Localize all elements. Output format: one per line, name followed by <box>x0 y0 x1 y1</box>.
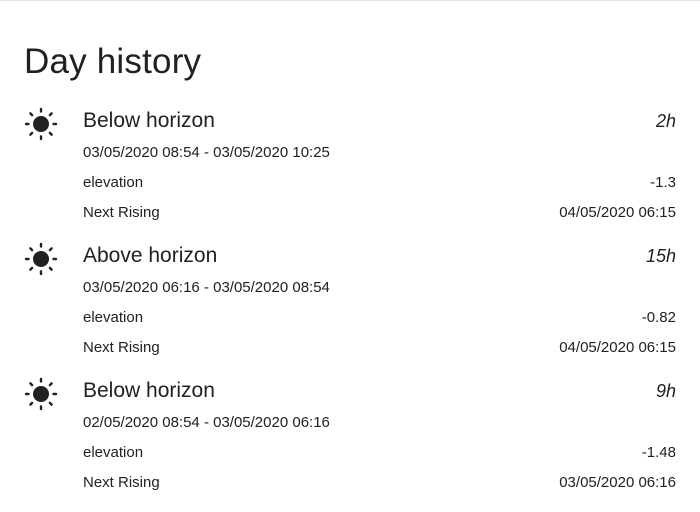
entry-duration: 9h <box>655 381 676 401</box>
attribute-value-elevation: -1.48 <box>641 444 676 461</box>
entry-state: Below horizon <box>83 109 215 132</box>
entry-time-range: 03/05/2020 08:54 - 03/05/2020 10:25 <box>83 144 330 161</box>
sun-icon <box>24 242 58 276</box>
attribute-value-next-rising: 03/05/2020 06:16 <box>559 474 676 491</box>
attribute-value-elevation: -1.3 <box>650 174 676 191</box>
attribute-name-next-rising: Next Rising <box>83 339 160 356</box>
entry-time-range: 03/05/2020 06:16 - 03/05/2020 08:54 <box>83 279 330 296</box>
history-entry: Above horizon 15h 03/05/2020 06:16 - 03/… <box>0 242 700 377</box>
page-title: Day history <box>24 42 202 81</box>
attribute-name-elevation: elevation <box>83 444 144 461</box>
history-entry: Below horizon 9h 02/05/2020 08:54 - 03/0… <box>0 377 700 512</box>
attribute-name-elevation: elevation <box>83 309 144 326</box>
history-entry: Below horizon 2h 03/05/2020 08:54 - 03/0… <box>0 107 700 242</box>
entry-duration: 2h <box>655 111 676 131</box>
sun-icon <box>24 377 58 411</box>
attribute-name-next-rising: Next Rising <box>83 204 160 221</box>
top-divider <box>0 0 700 1</box>
entry-state: Below horizon <box>83 379 215 402</box>
entry-time-range: 02/05/2020 08:54 - 03/05/2020 06:16 <box>83 414 330 431</box>
attribute-name-elevation: elevation <box>83 174 144 191</box>
attribute-name-next-rising: Next Rising <box>83 474 160 491</box>
entry-state: Above horizon <box>83 244 218 267</box>
entry-duration: 15h <box>645 246 676 266</box>
attribute-value-elevation: -0.82 <box>641 309 676 326</box>
sun-icon <box>24 107 58 141</box>
attribute-value-next-rising: 04/05/2020 06:15 <box>559 339 676 356</box>
attribute-value-next-rising: 04/05/2020 06:15 <box>559 204 676 221</box>
